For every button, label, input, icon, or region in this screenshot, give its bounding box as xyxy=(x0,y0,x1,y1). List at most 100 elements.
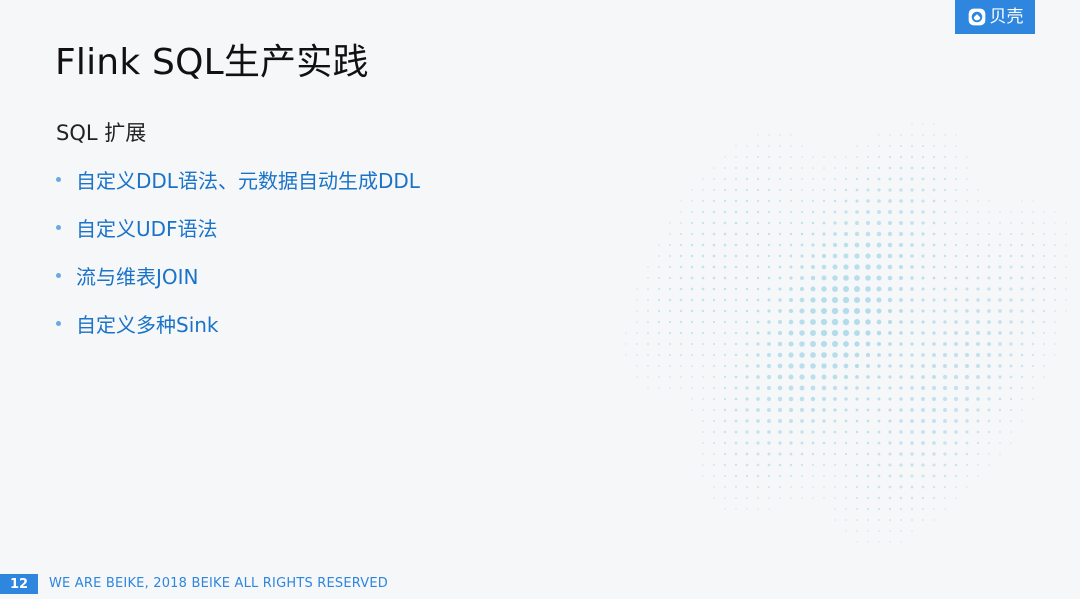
pattern-dot xyxy=(810,396,816,402)
pattern-dot xyxy=(668,287,672,291)
pattern-dot xyxy=(921,265,925,269)
pattern-dot xyxy=(944,508,946,510)
pattern-dot xyxy=(756,485,760,489)
pattern-dot xyxy=(713,420,715,422)
pattern-dot xyxy=(921,254,925,258)
pattern-dot xyxy=(898,264,904,270)
pattern-dot xyxy=(822,210,826,214)
pattern-dot xyxy=(966,189,968,191)
pattern-dot xyxy=(1065,222,1067,224)
pattern-dot xyxy=(821,275,827,281)
pattern-dot xyxy=(702,387,704,389)
pattern-dot xyxy=(745,265,749,269)
pattern-dot xyxy=(723,265,727,269)
pattern-dot xyxy=(1042,243,1046,247)
pattern-dot xyxy=(712,188,716,192)
pattern-dot xyxy=(844,177,848,181)
pattern-dot xyxy=(812,156,814,158)
pattern-dot xyxy=(810,297,816,303)
pattern-dot xyxy=(789,243,793,247)
pattern-dot xyxy=(910,419,914,423)
pattern-dot xyxy=(690,342,694,346)
pattern-dot xyxy=(822,441,826,445)
pattern-dot xyxy=(844,210,848,214)
pattern-dot xyxy=(713,475,715,477)
pattern-dot xyxy=(953,396,959,402)
pattern-dot xyxy=(876,319,882,325)
pattern-dot xyxy=(724,178,726,180)
pattern-dot xyxy=(1009,243,1013,247)
pattern-dot xyxy=(690,254,694,258)
pattern-dot xyxy=(910,474,914,478)
pattern-dot xyxy=(1020,331,1024,335)
pattern-dot xyxy=(865,352,871,358)
pattern-dot xyxy=(636,299,638,301)
pattern-dot xyxy=(865,319,871,325)
pattern-dot xyxy=(801,200,803,202)
pattern-dot xyxy=(657,309,661,313)
pattern-dot xyxy=(1054,299,1056,301)
pattern-dot xyxy=(734,408,738,412)
pattern-dot xyxy=(998,419,1002,423)
pattern-dot xyxy=(779,178,781,180)
pattern-dot xyxy=(954,474,958,478)
pattern-dot xyxy=(922,134,924,136)
pattern-dot xyxy=(910,496,914,500)
pattern-dot xyxy=(955,497,957,499)
pattern-dot xyxy=(955,200,957,202)
pattern-dot xyxy=(954,309,958,313)
pattern-dot xyxy=(1054,343,1056,345)
pattern-dot xyxy=(832,352,838,358)
pattern-dot xyxy=(625,332,627,334)
pattern-dot xyxy=(887,242,893,248)
pattern-dot xyxy=(998,331,1002,335)
pattern-dot xyxy=(943,309,947,313)
pattern-dot xyxy=(987,419,991,423)
pattern-dot xyxy=(987,386,991,390)
pattern-dot xyxy=(789,430,793,434)
pattern-dot xyxy=(713,343,715,345)
pattern-dot xyxy=(723,463,727,467)
pattern-dot xyxy=(965,397,969,401)
pattern-dot xyxy=(702,200,704,202)
pattern-dot xyxy=(921,155,925,159)
pattern-dot xyxy=(921,463,925,467)
pattern-dot xyxy=(987,353,991,357)
pattern-dot xyxy=(877,397,881,401)
pattern-dot xyxy=(899,364,903,368)
pattern-dot xyxy=(690,232,694,236)
pattern-dot xyxy=(933,134,935,136)
pattern-dot xyxy=(811,419,815,423)
pattern-dot xyxy=(691,365,693,367)
pattern-dot xyxy=(921,430,925,434)
pattern-dot xyxy=(799,352,805,358)
pattern-dot xyxy=(679,276,683,280)
pattern-dot xyxy=(887,220,893,226)
pattern-dot xyxy=(734,397,738,401)
pattern-dot xyxy=(910,155,914,159)
pattern-dot xyxy=(778,276,782,280)
pattern-dot xyxy=(955,134,957,136)
pattern-dot xyxy=(899,419,903,423)
pattern-dot xyxy=(746,497,748,499)
pattern-dot xyxy=(790,189,792,191)
pattern-dot xyxy=(964,374,970,380)
pattern-dot xyxy=(756,221,760,225)
pattern-dot xyxy=(876,275,882,281)
pattern-dot xyxy=(691,376,693,378)
pattern-dot xyxy=(921,474,925,478)
pattern-dot xyxy=(854,231,860,237)
pattern-dot xyxy=(690,243,694,247)
pattern-dot xyxy=(943,331,947,335)
pattern-dot xyxy=(723,287,727,291)
pattern-dot xyxy=(822,408,826,412)
pattern-dot xyxy=(987,265,991,269)
pattern-dot xyxy=(833,419,837,423)
pattern-dot xyxy=(746,508,748,510)
pattern-dot xyxy=(712,243,716,247)
pattern-dot xyxy=(899,155,903,159)
pattern-dot xyxy=(799,396,805,402)
pattern-dot xyxy=(647,277,649,279)
pattern-dot xyxy=(810,286,816,292)
pattern-dot xyxy=(801,167,803,169)
